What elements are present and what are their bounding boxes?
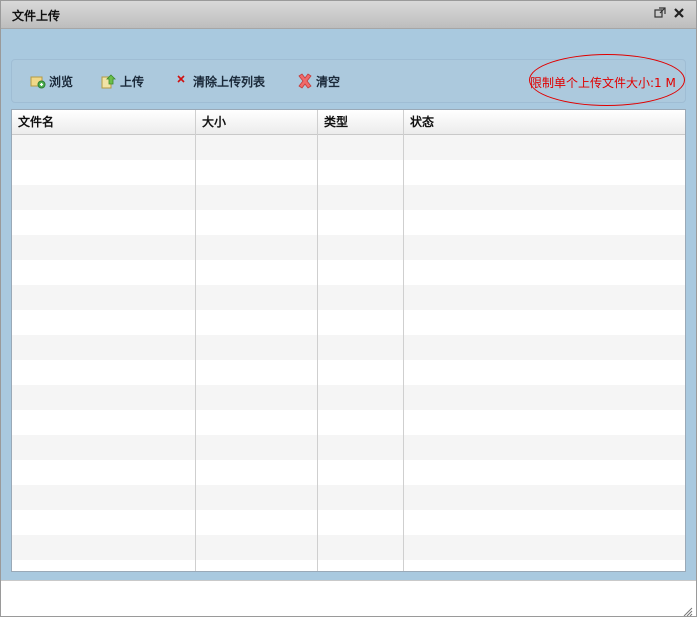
column-header-size[interactable]: 大小 bbox=[196, 110, 318, 134]
status-footer bbox=[1, 580, 696, 616]
table-row bbox=[12, 360, 685, 385]
upload-dialog: 文件上传 浏览 上传 清除上传列表 清空 限制单个上传文件大小:1 M 文件名 … bbox=[0, 0, 697, 617]
close-icon[interactable] bbox=[672, 7, 686, 21]
table-row bbox=[12, 310, 685, 335]
file-list-grid: 文件名 大小 类型 状态 bbox=[11, 109, 686, 572]
column-header-type[interactable]: 类型 bbox=[318, 110, 404, 134]
clear-label: 清空 bbox=[316, 74, 341, 89]
remove-icon bbox=[175, 73, 187, 89]
table-row bbox=[12, 160, 685, 185]
upload-toolbar: 浏览 上传 清除上传列表 清空 限制单个上传文件大小:1 M bbox=[11, 54, 686, 106]
clear-list-label: 清除上传列表 bbox=[193, 74, 266, 89]
restore-icon[interactable] bbox=[653, 7, 667, 21]
table-row bbox=[12, 485, 685, 510]
content-area: 浏览 上传 清除上传列表 清空 限制单个上传文件大小:1 M 文件名 大小 类型… bbox=[1, 29, 696, 580]
table-row bbox=[12, 185, 685, 210]
resize-grip-icon[interactable] bbox=[681, 602, 693, 616]
titlebar[interactable]: 文件上传 bbox=[1, 1, 696, 29]
column-divider bbox=[195, 110, 196, 571]
upload-label: 上传 bbox=[120, 74, 145, 89]
table-row bbox=[12, 435, 685, 460]
browse-button[interactable]: 浏览 bbox=[30, 72, 73, 90]
table-row bbox=[12, 560, 685, 571]
upload-size-limit: 限制单个上传文件大小:1 M bbox=[530, 76, 676, 90]
table-row bbox=[12, 385, 685, 410]
table-row bbox=[12, 260, 685, 285]
table-row bbox=[12, 210, 685, 235]
clear-button[interactable]: 清空 bbox=[297, 72, 340, 90]
column-header-status[interactable]: 状态 bbox=[404, 110, 685, 134]
upload-button[interactable]: 上传 bbox=[101, 72, 144, 90]
column-header-filename[interactable]: 文件名 bbox=[12, 110, 196, 134]
browse-icon bbox=[30, 73, 46, 89]
table-row bbox=[12, 135, 685, 160]
table-row bbox=[12, 285, 685, 310]
clear-icon bbox=[297, 73, 313, 89]
table-row bbox=[12, 410, 685, 435]
table-row bbox=[12, 460, 685, 485]
upload-icon bbox=[101, 73, 117, 89]
grid-header: 文件名 大小 类型 状态 bbox=[12, 110, 685, 135]
column-divider bbox=[317, 110, 318, 571]
column-divider bbox=[403, 110, 404, 571]
table-row bbox=[12, 235, 685, 260]
table-row bbox=[12, 335, 685, 360]
browse-label: 浏览 bbox=[49, 74, 74, 89]
window-title: 文件上传 bbox=[12, 9, 61, 23]
clear-list-button[interactable]: 清除上传列表 bbox=[175, 72, 265, 90]
table-row bbox=[12, 510, 685, 535]
table-row bbox=[12, 535, 685, 560]
